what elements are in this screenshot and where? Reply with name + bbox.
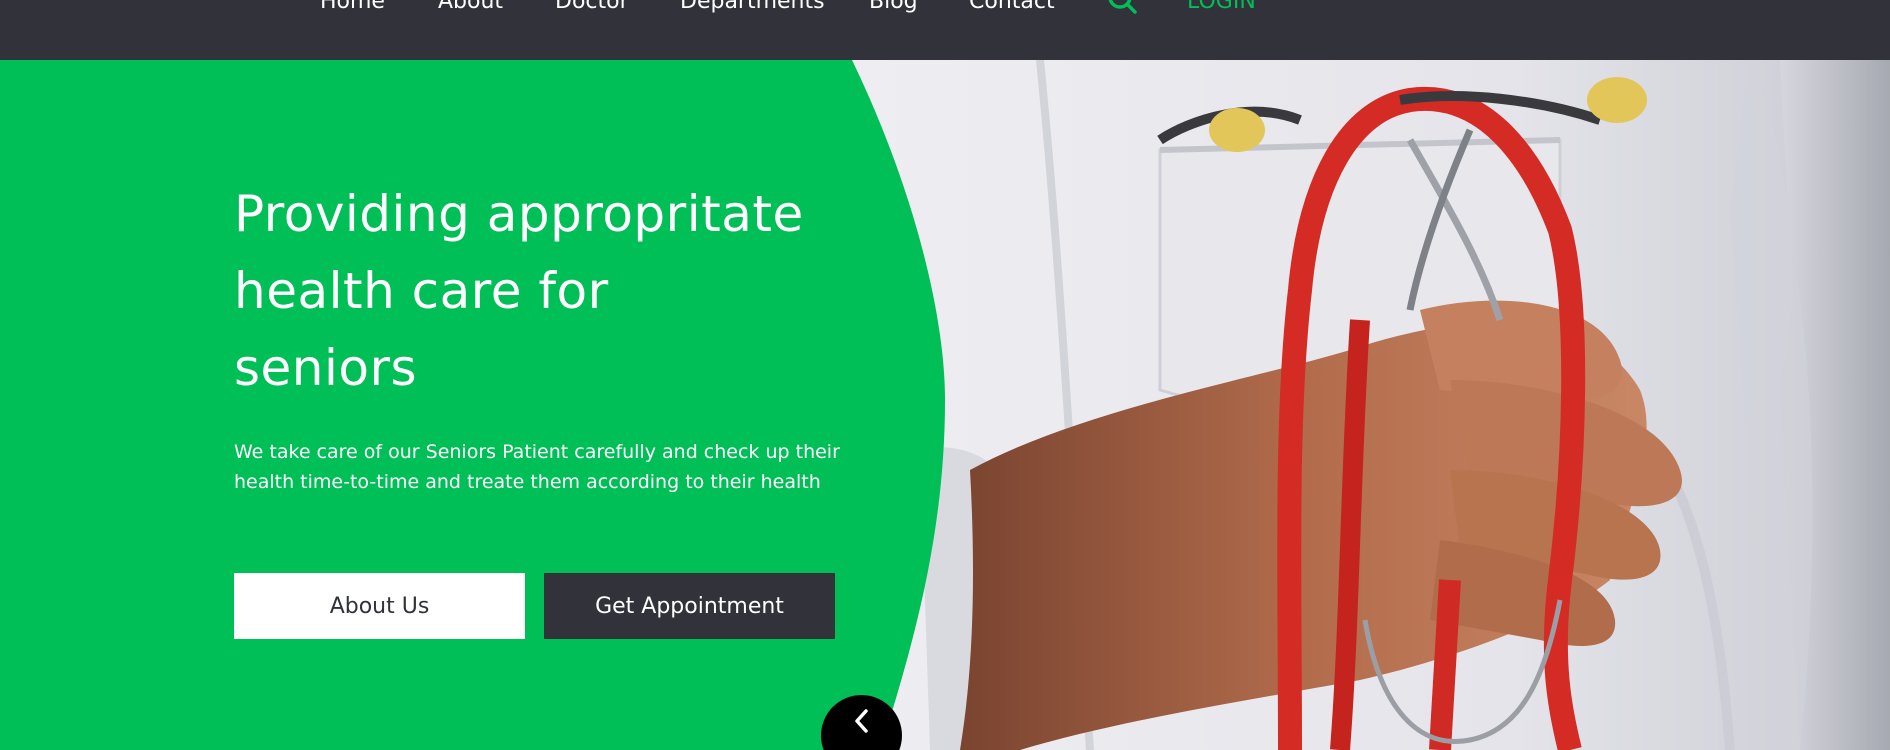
about-us-button[interactable]: About Us: [234, 573, 525, 639]
hero-description-line: health time-to-time and treate them acco…: [234, 471, 821, 493]
hero-description: We take care of our Seniors Patient care…: [234, 437, 894, 497]
search-icon[interactable]: [1108, 0, 1138, 14]
nav-item-blog[interactable]: Blog: [869, 0, 918, 15]
login-link[interactable]: LOGIN: [1187, 0, 1256, 15]
nav-item-home[interactable]: Home: [320, 0, 385, 15]
top-navbar: Home About Doctor Departments Blog Conta…: [0, 0, 1890, 60]
hero-title-line: Providing appropritate: [234, 185, 804, 243]
nav-item-doctor[interactable]: Doctor: [555, 0, 629, 15]
hero-section: Providing appropritate health care for s…: [0, 60, 1890, 750]
hero-title-line: health care for: [234, 262, 609, 320]
chevron-left-icon: [854, 708, 868, 733]
hero-title-line: seniors: [234, 339, 418, 397]
nav-item-departments[interactable]: Departments: [680, 0, 825, 15]
nav-item-contact[interactable]: Contact: [969, 0, 1055, 15]
hero-description-line: We take care of our Seniors Patient care…: [234, 441, 840, 463]
get-appointment-button[interactable]: Get Appointment: [544, 573, 835, 639]
hero-title: Providing appropritate health care for s…: [234, 176, 854, 407]
nav-item-about[interactable]: About: [438, 0, 503, 15]
